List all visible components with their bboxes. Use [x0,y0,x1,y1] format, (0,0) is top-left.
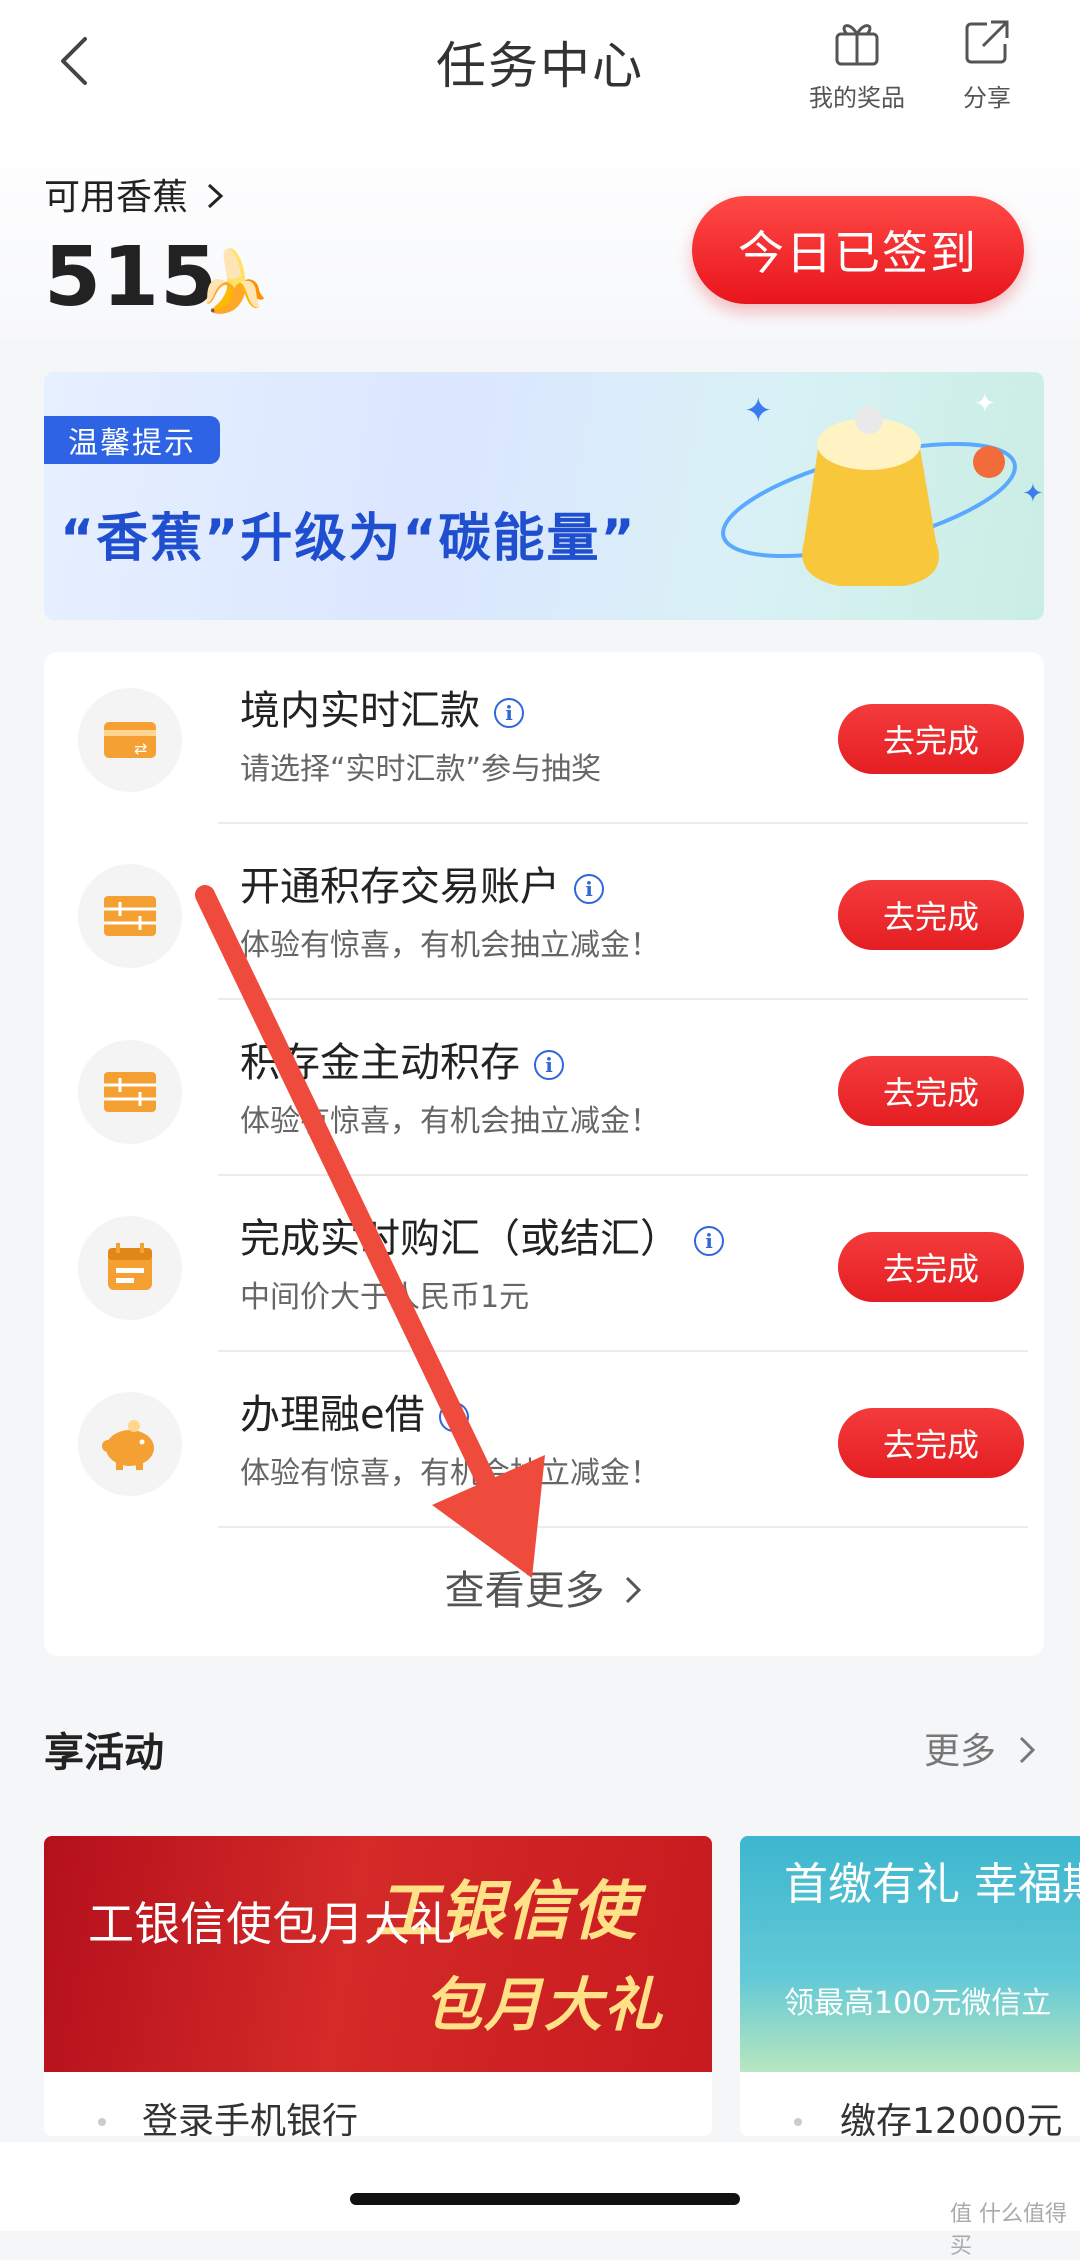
my-prizes-label: 我的奖品 [809,84,905,112]
activity-image-title: 首缴有礼 幸福期） [784,1859,1080,1910]
divider [218,1526,1028,1528]
divider [218,1174,1028,1176]
notice-tag: 温馨提示 [44,416,220,464]
task-item: 办理融e借 i 体验有惊喜，有机会抽立减金！ 去完成 [44,1356,1044,1532]
gold-bars-icon [104,1072,156,1112]
task-title: 境内实时汇款 [240,688,480,734]
task-item: ⇄ 境内实时汇款 i 请选择“实时汇款”参与抽奖 去完成 [44,652,1044,828]
activity-image: 工银信使 包月大礼 工银信使包月大礼 [44,1836,712,2072]
svg-text:✦: ✦ [1022,479,1044,509]
task-item: 完成实时购汇（或结汇） i 中间价大于人民币1元 去完成 [44,1180,1044,1356]
task-icon-bg [78,1216,182,1320]
chevron-right-icon [208,183,224,209]
chevron-right-icon [626,1576,642,1604]
activities-more-label: 更多 [924,1731,997,1772]
svg-text:⇄: ⇄ [134,739,147,758]
share-icon [965,20,1009,64]
info-icon[interactable]: i [534,1050,564,1080]
bell-illustration-icon: ✦ ✦ ✦ [721,389,1044,586]
banana-icon: 🍌 [196,247,271,317]
activity-image-subtitle: 领最高100元微信立 [784,1986,1052,2021]
info-icon[interactable]: i [574,874,604,904]
notice-banner[interactable]: 温馨提示 “香蕉”升级为“碳能量” ✦ ✦ ✦ [44,372,1044,620]
activity-subtitle: 缴存12000元 [840,2101,1063,2136]
divider [218,1350,1028,1352]
activity-art-text: 包月大礼 [424,1971,665,2039]
calendar-icon [108,1243,152,1290]
chevron-right-icon [1020,1736,1036,1764]
view-more-link[interactable]: 查看更多 [44,1558,1044,1616]
task-card: ⇄ 境内实时汇款 i 请选择“实时汇款”参与抽奖 去完成 开通积存交易账户 i 体验… [44,652,1044,1656]
activity-card[interactable]: 首缴有礼 幸福期） 领最高100元微信立 缴存12000元 [740,1836,1080,2136]
svg-text:✦: ✦ [974,389,996,419]
available-bananas-link[interactable]: 可用香蕉 [44,168,225,220]
divider [218,822,1028,824]
gift-icon [835,24,879,66]
divider [218,998,1028,1000]
task-subtitle: 体验有惊喜，有机会抽立减金！ [240,1104,660,1139]
task-go-button[interactable]: 去完成 [838,880,1024,950]
task-subtitle: 请选择“实时汇款”参与抽奖 [240,752,602,787]
home-indicator[interactable] [350,2193,740,2205]
card-transfer-icon: ⇄ [104,722,156,758]
piggy-bank-icon [102,1420,154,1470]
page-title: 任务中心 [436,37,644,95]
task-subtitle: 体验有惊喜，有机会抽立减金！ [240,928,660,963]
gold-bars-icon [104,896,156,936]
task-title: 开通积存交易账户 [240,864,560,910]
task-item: 积存金主动积存 i 体验有惊喜，有机会抽立减金！ 去完成 [44,1004,1044,1180]
activity-subtitle: 登录手机银行 [142,2101,359,2136]
share-label: 分享 [963,84,1011,112]
view-more-label: 查看更多 [444,1568,605,1614]
info-icon[interactable]: i [438,1402,469,1432]
task-go-button[interactable]: 去完成 [838,1232,1024,1302]
info-icon[interactable]: i [494,698,524,728]
task-icon-bg: ⇄ [78,688,182,792]
activity-image-title: 工银信使包月大礼 [88,1897,456,1951]
task-go-button[interactable]: 去完成 [838,1408,1024,1478]
task-subtitle: 体验有惊喜，有机会抽立减金！ [240,1456,660,1491]
task-subtitle: 中间价大于人民币1元 [240,1280,530,1315]
available-bananas-label: 可用香蕉 [44,177,189,218]
svg-text:✦: ✦ [744,391,773,431]
task-icon-bg [78,1392,182,1496]
bottom-safe-area [0,2142,1080,2231]
task-title: 积存金主动积存 [240,1040,520,1086]
task-title: 完成实时购汇（或结汇） [240,1216,680,1262]
banana-count: 515 [44,230,219,325]
task-icon-bg [78,864,182,968]
task-icon-bg [78,1040,182,1144]
activities-title: 享活动 [44,1730,164,1776]
task-go-button[interactable]: 去完成 [838,704,1024,774]
task-title: 办理融e借 [240,1392,425,1438]
info-icon[interactable]: i [694,1226,724,1256]
signed-in-button[interactable]: 今日已签到 [692,196,1024,304]
dot [794,2118,802,2126]
notice-text: “香蕉”升级为“碳能量” [60,509,637,569]
dot [98,2118,106,2126]
task-item: 开通积存交易账户 i 体验有惊喜，有机会抽立减金！ 去完成 [44,828,1044,1004]
share-button[interactable]: 分享 [932,16,1042,113]
watermark: 值 什么值得买 [950,2202,1067,2259]
activity-image: 首缴有礼 幸福期） 领最高100元微信立 [740,1836,1080,2072]
my-prizes-button[interactable]: 我的奖品 [802,16,912,113]
task-go-button[interactable]: 去完成 [838,1056,1024,1126]
activities-more-link[interactable]: 更多 [924,1722,1037,1774]
activity-card[interactable]: 工银信使 包月大礼 工银信使包月大礼 登录手机银行 [44,1836,712,2136]
